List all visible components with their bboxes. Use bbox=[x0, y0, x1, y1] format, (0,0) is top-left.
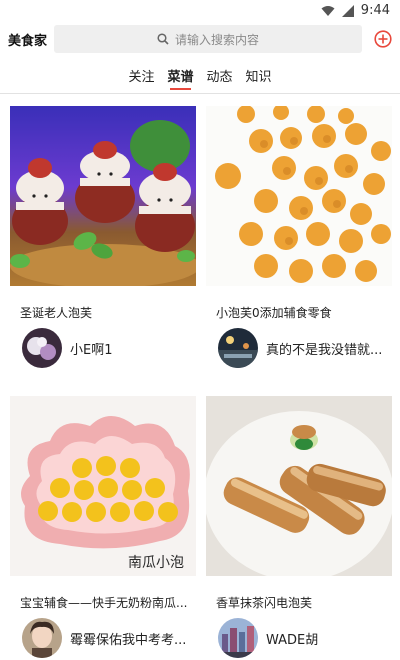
recipe-card[interactable]: 南瓜小泡 宝宝辅食——快手无奶粉南瓜... 霉霉保佑我中考考... bbox=[10, 396, 196, 660]
recipe-title[interactable]: 小泡芙0添加辅食零食 bbox=[216, 304, 386, 321]
avatar[interactable] bbox=[22, 328, 62, 368]
photo-caption-text: 南瓜小泡 bbox=[128, 555, 184, 571]
header-divider bbox=[0, 93, 400, 94]
author-name[interactable]: 霉霉保佑我中考考... bbox=[70, 629, 186, 648]
search-placeholder: 请输入搜索内容 bbox=[174, 32, 259, 47]
recipe-title[interactable]: 圣诞老人泡芙 bbox=[20, 304, 190, 321]
recipe-card[interactable]: 小泡芙0添加辅食零食 真的不是我没错就... bbox=[206, 106, 392, 376]
recipe-title[interactable]: 宝宝辅食——快手无奶粉南瓜... bbox=[20, 594, 190, 611]
recipe-photo[interactable] bbox=[206, 396, 392, 576]
recipe-photo[interactable]: 南瓜小泡 bbox=[10, 396, 196, 576]
author-row[interactable]: 霉霉保佑我中考考... bbox=[22, 618, 186, 658]
author-name[interactable]: 小E啊1 bbox=[70, 339, 113, 358]
avatar[interactable] bbox=[22, 618, 62, 658]
search-input[interactable]: 请输入搜索内容 bbox=[54, 25, 362, 53]
tab-knowledge[interactable]: 知识 bbox=[239, 62, 278, 92]
tab-posts[interactable]: 动态 bbox=[200, 62, 239, 92]
author-row[interactable]: WADE胡 bbox=[218, 618, 318, 658]
author-row[interactable]: 真的不是我没错就... bbox=[218, 328, 382, 368]
search-icon bbox=[157, 33, 169, 45]
recipe-photo[interactable] bbox=[10, 106, 196, 286]
tab-follow[interactable]: 关注 bbox=[122, 62, 161, 92]
status-icons: 9:44 bbox=[321, 3, 390, 18]
recipe-photo[interactable] bbox=[206, 106, 392, 286]
wifi-icon bbox=[321, 5, 335, 16]
author-name[interactable]: WADE胡 bbox=[266, 629, 318, 648]
status-bar: 9:44 bbox=[0, 0, 400, 22]
app-title: 美食家 bbox=[8, 34, 48, 49]
recipe-title[interactable]: 香草抹茶闪电泡芙 bbox=[216, 594, 386, 611]
signal-icon bbox=[341, 4, 354, 17]
avatar[interactable] bbox=[218, 618, 258, 658]
tab-bar: 关注 菜谱 动态 知识 bbox=[0, 62, 400, 92]
app-header: 美食家 请输入搜索内容 bbox=[0, 22, 400, 56]
recipe-card[interactable]: 香草抹茶闪电泡芙 WADE胡 bbox=[206, 396, 392, 660]
add-button[interactable] bbox=[374, 30, 392, 48]
clock: 9:44 bbox=[360, 3, 390, 18]
avatar[interactable] bbox=[218, 328, 258, 368]
recipe-card[interactable]: 圣诞老人泡芙 小E啊1 bbox=[10, 106, 196, 376]
author-row[interactable]: 小E啊1 bbox=[22, 328, 113, 368]
author-name[interactable]: 真的不是我没错就... bbox=[266, 339, 382, 358]
tab-recipes[interactable]: 菜谱 bbox=[161, 62, 200, 92]
